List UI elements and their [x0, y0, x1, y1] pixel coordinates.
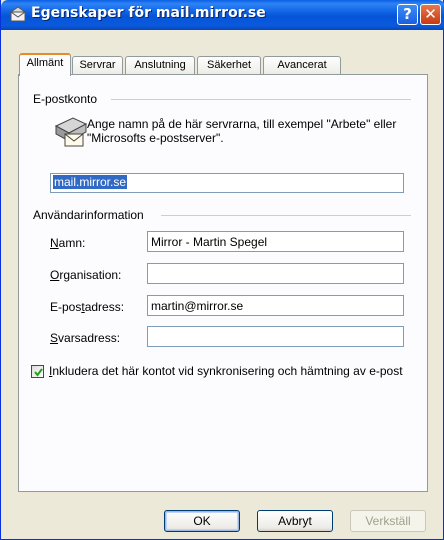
- email-label: E-postadress:: [50, 300, 125, 314]
- cancel-button[interactable]: Avbryt: [257, 510, 333, 532]
- include-account-label[interactable]: Inkludera det här kontot vid synkroniser…: [49, 364, 403, 378]
- group-label-account: E-postkonto: [33, 92, 102, 106]
- checkmark-icon: [34, 368, 43, 377]
- reply-address-input[interactable]: [147, 326, 404, 347]
- ok-button[interactable]: OK: [164, 510, 240, 532]
- group-divider: [161, 215, 411, 216]
- organisation-label: Organisation:: [50, 268, 122, 282]
- organisation-input[interactable]: [147, 263, 404, 284]
- name-input[interactable]: Mirror - Martin Spegel: [147, 231, 404, 252]
- tab-sakerhet[interactable]: Säkerhet: [197, 56, 261, 75]
- tab-avancerat[interactable]: Avancerat: [263, 56, 341, 75]
- email-input[interactable]: martin@mirror.se: [147, 295, 404, 316]
- tab-anslutning[interactable]: Anslutning: [125, 56, 195, 75]
- mail-server-icon: [54, 117, 88, 147]
- help-button[interactable]: ?: [397, 4, 418, 25]
- account-name-input[interactable]: mail.mirror.se: [50, 173, 404, 193]
- mail-account-icon: [9, 6, 27, 22]
- close-button[interactable]: ✕: [420, 4, 441, 25]
- group-label-user-info: Användarinformation: [33, 208, 148, 222]
- window-title: Egenskaper för mail.mirror.se: [31, 5, 266, 21]
- reply-address-label: Svarsadress:: [50, 331, 121, 345]
- account-name-value: mail.mirror.se: [53, 175, 128, 189]
- group-divider: [111, 99, 411, 100]
- apply-button[interactable]: Verkställ: [350, 510, 426, 532]
- tab-allmant[interactable]: Allmänt: [19, 53, 71, 76]
- properties-dialog: Egenskaper för mail.mirror.se ? ✕ Allmän…: [0, 0, 444, 540]
- account-description: Ange namn på de här servrarna, till exem…: [87, 117, 397, 145]
- title-bar[interactable]: Egenskaper för mail.mirror.se ? ✕: [1, 0, 444, 30]
- include-account-checkbox[interactable]: [31, 365, 44, 378]
- tab-servrar[interactable]: Servrar: [72, 56, 123, 75]
- name-label: Namn:: [50, 236, 86, 250]
